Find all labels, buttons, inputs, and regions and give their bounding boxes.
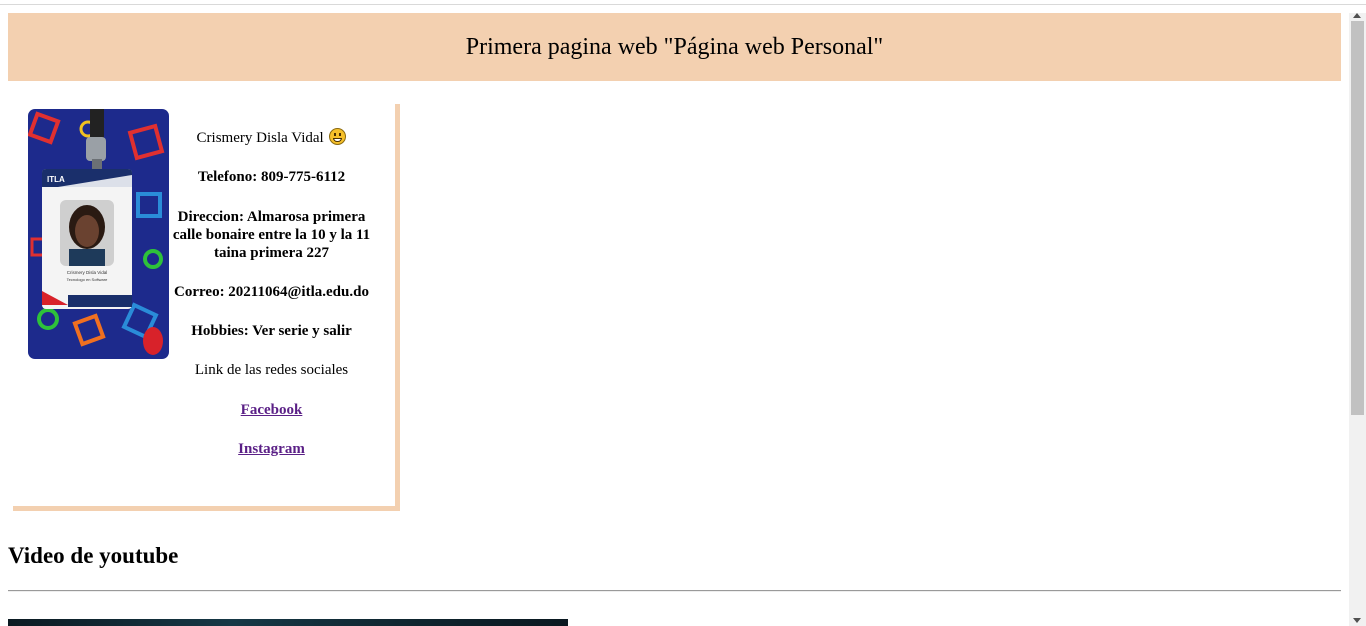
- video-section-heading: Video de youtube: [8, 543, 179, 568]
- scrollbar-thumb[interactable]: [1351, 21, 1364, 415]
- svg-text:Crismery Disla Vidal: Crismery Disla Vidal: [67, 270, 107, 275]
- telefono-text: Telefono: 809-775-6112: [197, 169, 346, 185]
- profile-info: Crismery Disla Vidal Telefono: 809-775-6…: [168, 104, 375, 458]
- browser-top-border: [0, 4, 1366, 5]
- page-title: Primera pagina web "Página web Personal": [465, 33, 884, 60]
- profile-photo: ITLA Crismery Disla Vidal Tecnologo en S…: [28, 109, 169, 359]
- page-header-banner: Primera pagina web "Página web Personal": [8, 13, 1341, 81]
- correo-text: Correo: 20211064@itla.edu.do: [174, 284, 369, 300]
- facebook-link[interactable]: Facebook: [241, 402, 303, 418]
- profile-name-line: Crismery Disla Vidal: [168, 128, 375, 147]
- profile-card: ITLA Crismery Disla Vidal Tecnologo en S…: [13, 104, 400, 511]
- grinning-face-icon: [329, 128, 347, 145]
- profile-name: Crismery Disla Vidal: [196, 130, 324, 146]
- youtube-video-embed[interactable]: [8, 619, 568, 626]
- redes-heading: Link de las redes sociales: [194, 362, 349, 378]
- horizontal-divider: [8, 590, 1341, 592]
- hobbies-text: Hobbies: Ver serie y salir: [191, 323, 352, 339]
- svg-text:Tecnologo en Software: Tecnologo en Software: [67, 277, 108, 282]
- vertical-scrollbar[interactable]: [1349, 13, 1366, 626]
- svg-text:ITLA: ITLA: [47, 175, 65, 184]
- scroll-up-arrow-icon[interactable]: [1353, 13, 1361, 18]
- direccion-text: Direccion: Almarosa primera calle bonair…: [172, 209, 371, 261]
- scroll-down-arrow-icon[interactable]: [1353, 618, 1361, 623]
- instagram-link[interactable]: Instagram: [238, 441, 305, 457]
